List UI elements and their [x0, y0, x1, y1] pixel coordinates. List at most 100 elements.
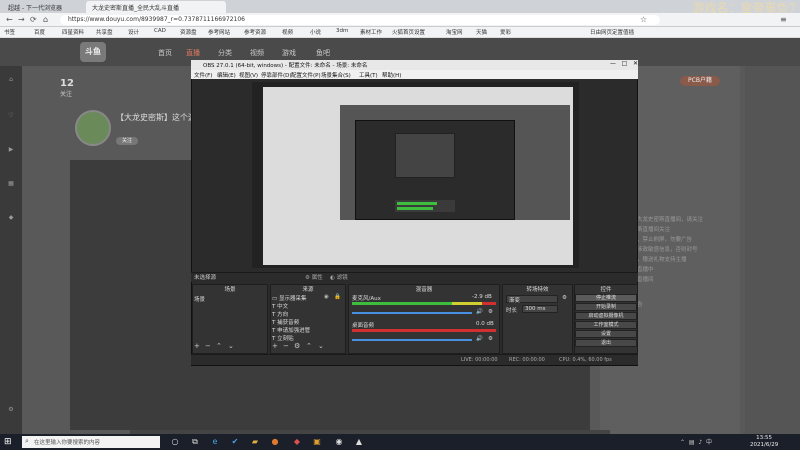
scene-item[interactable]: 场景 [194, 295, 205, 303]
forward-icon[interactable]: → [18, 15, 25, 24]
bookmark-item[interactable]: 爱彩 [500, 28, 511, 36]
eye-icon[interactable]: ◉ [324, 294, 329, 300]
nav-home[interactable]: 首页 [158, 48, 172, 58]
nav-video[interactable]: 视频 [250, 48, 264, 58]
menu-scene-collection[interactable]: 场景集合(S) [321, 71, 351, 79]
add-source-button[interactable]: + [272, 342, 278, 350]
start-recording-button[interactable]: 开始录制 [575, 303, 637, 311]
transition-settings-icon[interactable]: ⚙ [562, 295, 567, 301]
add-scene-button[interactable]: + [194, 342, 200, 350]
nav-category[interactable]: 分类 [218, 48, 232, 58]
bookmark-item[interactable]: 小说 [310, 28, 321, 36]
scene-down-button[interactable]: ⌄ [228, 342, 234, 350]
tab-browser[interactable]: 超越 - 下一代浏览器 [2, 1, 82, 13]
windows-start-icon[interactable]: ⊞ [4, 437, 14, 447]
menu-icon[interactable]: ≡ [780, 15, 787, 24]
mixer-settings-icon[interactable]: ⚙ [488, 336, 493, 342]
chevron-up-icon[interactable]: ⌃ [680, 439, 685, 446]
filters-button[interactable]: ◐ 滤镜 [330, 273, 348, 281]
lock-icon[interactable]: 🔒 [334, 294, 341, 300]
nav-game[interactable]: 游戏 [282, 48, 296, 58]
bookmark-item[interactable]: 淘宝网 [446, 28, 463, 36]
bookmark-item[interactable]: 参考资源 [244, 28, 266, 36]
star-icon[interactable]: ☆ [640, 15, 647, 24]
speaker-icon[interactable]: 🔊 [476, 336, 483, 342]
source-item[interactable]: T 中文 [272, 302, 288, 310]
settings-icon[interactable]: ⚙ [5, 406, 17, 422]
bookmark-item[interactable]: 百度 [34, 28, 45, 36]
speaker-icon[interactable]: 🔊 [476, 309, 483, 315]
cortana-icon[interactable]: ○ [170, 437, 180, 447]
pcb-button[interactable]: PCB户籍 [680, 76, 720, 86]
bookmark-item[interactable]: 视频 [282, 28, 293, 36]
bookmark-item[interactable]: CAD [154, 28, 166, 34]
bookmark-right-link[interactable]: 日由网页定置值插 [590, 28, 634, 36]
source-item[interactable]: T 捕获音频 [272, 318, 299, 326]
reload-icon[interactable]: ⟳ [30, 15, 37, 24]
bookmark-item[interactable]: 素材工作 [360, 28, 382, 36]
source-item[interactable]: T 方向 [272, 310, 288, 318]
properties-button[interactable]: ⚙ 属性 [305, 273, 323, 281]
bookmark-item[interactable]: 参考网站 [208, 28, 230, 36]
close-icon[interactable]: ✕ [633, 60, 638, 67]
task-view-icon[interactable]: ⧉ [190, 437, 200, 447]
app-icon-3[interactable]: ▲ [354, 437, 364, 447]
firefox-icon[interactable]: ● [270, 437, 280, 447]
nav-fishbar[interactable]: 鱼吧 [316, 48, 330, 58]
home-icon[interactable]: ⌂ [5, 76, 17, 92]
nav-live[interactable]: 直播 [186, 48, 200, 58]
source-down-button[interactable]: ⌄ [318, 342, 324, 350]
bookmark-item[interactable]: 设计 [128, 28, 139, 36]
streamer-avatar[interactable] [75, 110, 111, 146]
volume-slider[interactable] [352, 312, 472, 314]
source-up-button[interactable]: ⌃ [306, 342, 312, 350]
follow-icon[interactable]: ♡ [5, 112, 17, 128]
volume-icon[interactable]: ♪ [698, 439, 702, 446]
tab-douyu[interactable]: 大龙史密斯直播_全民大乱斗直播 [86, 1, 226, 13]
studio-mode-button[interactable]: 工作室模式 [575, 321, 637, 329]
category-icon[interactable]: ▦ [5, 180, 17, 196]
home-icon[interactable]: ⌂ [43, 15, 48, 24]
transition-select[interactable]: 渐变 [506, 295, 558, 304]
game-icon[interactable]: ◆ [5, 214, 17, 230]
follow-button[interactable]: 关注 [116, 137, 138, 145]
remove-source-button[interactable]: − [283, 342, 289, 350]
bookmark-item[interactable]: 天猫 [476, 28, 487, 36]
app-icon-2[interactable]: ▣ [312, 437, 322, 447]
menu-help[interactable]: 帮助(H) [382, 71, 401, 79]
source-item[interactable]: ▭ 显示器采集 [272, 294, 306, 302]
scene-up-button[interactable]: ⌃ [216, 342, 222, 350]
bookmark-item[interactable]: 3dm [336, 28, 348, 34]
bookmark-item[interactable]: 共享盘 [96, 28, 113, 36]
menu-view[interactable]: 视图(V) [239, 71, 258, 79]
source-item[interactable]: T 申请加强进管 [272, 326, 310, 334]
menu-docks[interactable]: 停靠部件(D) [261, 71, 292, 79]
taskbar-search-input[interactable]: 在这里输入你要搜索的内容 [22, 436, 160, 448]
virtual-camera-button[interactable]: 启动虚拟摄像机 [575, 312, 637, 320]
source-settings-icon[interactable]: ⚙ [294, 342, 300, 350]
url-input[interactable]: https://www.douyu.com/8939987_r=0.737871… [60, 15, 660, 25]
source-item[interactable]: T 立刻贴 [272, 334, 294, 342]
folder-icon[interactable]: ▰ [250, 437, 260, 447]
remove-scene-button[interactable]: − [205, 342, 211, 350]
edge-icon[interactable]: e [210, 437, 220, 447]
bookmark-item[interactable]: 火狐首页设置 [392, 28, 425, 36]
menu-edit[interactable]: 编辑(E) [217, 71, 236, 79]
app-icon[interactable]: ◆ [292, 437, 302, 447]
obs-icon[interactable]: ◉ [334, 437, 344, 447]
menu-tools[interactable]: 工具(T) [359, 71, 378, 79]
vscode-icon[interactable]: ✔ [230, 437, 240, 447]
settings-button[interactable]: 设置 [575, 330, 637, 338]
taskbar-clock[interactable]: 13:55 2021/6/29 [750, 435, 778, 449]
video-icon[interactable]: ▶ [5, 146, 17, 162]
bookmark-item[interactable]: 书签 [4, 28, 15, 36]
douyu-logo[interactable]: 斗鱼 [80, 42, 106, 62]
minimize-icon[interactable]: — [610, 60, 616, 67]
bookmark-item[interactable]: 四星资料 [62, 28, 84, 36]
ime-icon[interactable]: 中 [706, 439, 712, 446]
exit-button[interactable]: 退出 [575, 339, 637, 347]
bookmark-item[interactable]: 资源盘 [180, 28, 197, 36]
menu-profile[interactable]: 配置文件(P) [291, 71, 321, 79]
back-icon[interactable]: ← [6, 15, 13, 24]
network-icon[interactable]: ▤ [689, 439, 695, 446]
